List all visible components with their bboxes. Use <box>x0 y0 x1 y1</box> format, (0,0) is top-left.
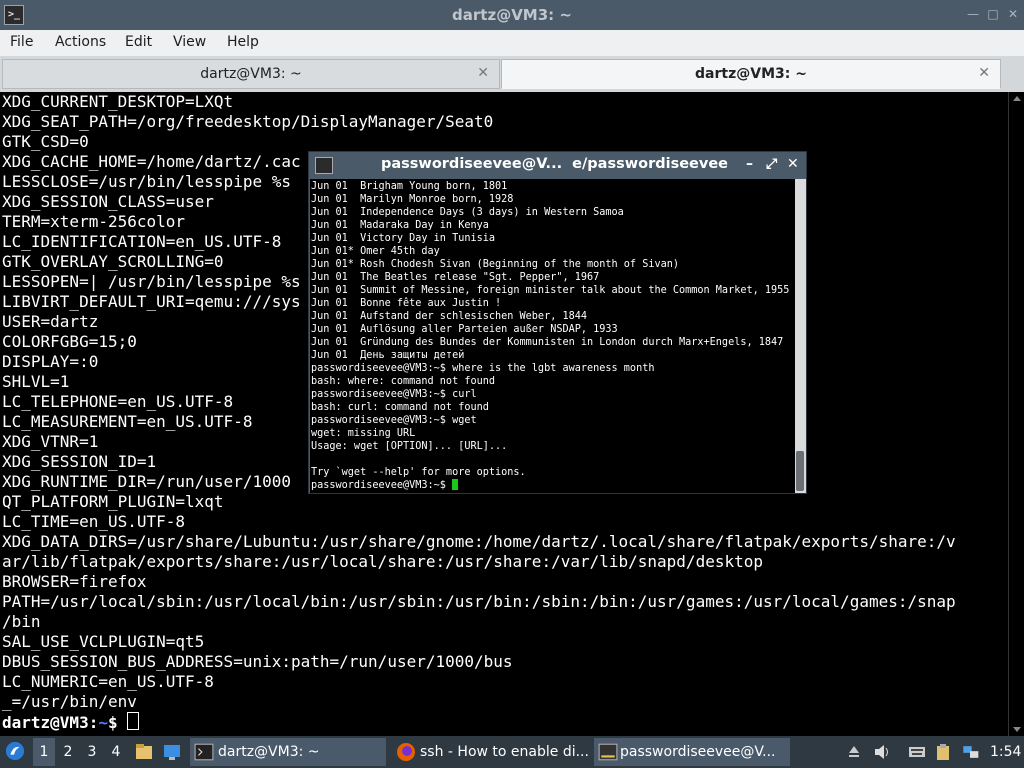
xterm-minimize-icon[interactable]: – <box>746 156 753 172</box>
xterm-window[interactable]: passwordiseevee@V... e/passwordiseevee –… <box>308 151 807 494</box>
menu-bar: File Actions Edit View Help <box>0 30 1024 56</box>
xterm-titlebar[interactable]: passwordiseevee@V... e/passwordiseevee –… <box>309 152 806 178</box>
tab-1[interactable]: dartz@VM3: ~ ✕ <box>2 59 500 89</box>
xterm-lines: Jun 01 Brigham Young born, 1801 Jun 01 Ma… <box>311 180 789 492</box>
desktop-4[interactable]: 4 <box>105 738 127 766</box>
tab-bar: dartz@VM3: ~ ✕ dartz@VM3: ~ ✕ <box>0 56 1024 92</box>
xterm-scroll-thumb[interactable] <box>796 451 804 491</box>
window-titlebar[interactable]: >_ dartz@VM3: ~ — □ ✕ <box>0 0 1024 30</box>
show-desktop-icon[interactable] <box>162 742 182 762</box>
terminal-scrollbar[interactable] <box>1008 92 1024 736</box>
terminal-line: Jun 01 День защиты детей <box>311 350 465 361</box>
prompt-user: dartz@VM3 <box>2 713 89 732</box>
task-terminal[interactable]: dartz@VM3: ~ <box>190 738 386 766</box>
maximize-icon[interactable]: □ <box>986 7 1000 21</box>
window-title: dartz@VM3: ~ <box>452 6 572 24</box>
desktop-2[interactable]: 2 <box>57 738 79 766</box>
xterm-title: passwordiseevee@V... e/passwordiseevee <box>381 156 729 172</box>
xterm-scrollbar[interactable] <box>795 179 806 493</box>
network-icon[interactable] <box>960 742 980 762</box>
terminal-line: ar/lib/flatpak/exports/share:/usr/local/… <box>2 552 763 571</box>
terminal-line: Jun 01 Madaraka Day in Kenya <box>311 220 489 231</box>
terminal-line: LC_NUMERIC=en_US.UTF-8 <box>2 672 214 691</box>
terminal-line: bash: where: command not found <box>311 376 496 387</box>
terminal-line: Jun 01 Independence Days (3 days) in Wes… <box>311 207 624 218</box>
prompt-separator: : <box>88 713 99 732</box>
terminal-line: LC_TIME=en_US.UTF-8 <box>2 512 186 531</box>
menu-edit[interactable]: Edit <box>125 34 152 50</box>
terminal-line: Jun 01 The Beatles release "Sgt. Pepper"… <box>311 272 600 283</box>
terminal-line: passwordiseevee@VM3:~$ <box>311 479 789 492</box>
task-xterm[interactable]: passwordiseevee@V... <box>594 738 790 766</box>
terminal-line: QT_PLATFORM_PLUGIN=lxqt <box>2 492 224 511</box>
clipboard-icon[interactable] <box>933 742 953 762</box>
desktop-3[interactable]: 3 <box>81 738 103 766</box>
terminal-line: Jun 01* Rosh Chodesh Sivan (Beginning of… <box>311 259 680 270</box>
terminal-line: XDG_CURRENT_DESKTOP=LXQt <box>2 92 234 111</box>
task-label: passwordiseevee@V... <box>620 744 776 760</box>
firefox-icon <box>397 743 415 761</box>
terminal-cursor <box>127 712 140 730</box>
taskbar: 1 2 3 4 dartz@VM3: ~ ssh - How to enable… <box>0 736 1024 768</box>
xterm-app-icon <box>315 157 333 174</box>
terminal-line: _=/usr/bin/env <box>2 692 137 711</box>
xterm-output[interactable]: Jun 01 Brigham Young born, 1801 Jun 01 Ma… <box>310 179 795 493</box>
terminal-line: Jun 01 Victory Day in Tunisia <box>311 233 496 244</box>
prompt-end: $ <box>107 713 128 732</box>
terminal-line: /bin <box>2 612 41 631</box>
terminal-line: SAL_USE_VCLPLUGIN=qt5 <box>2 632 205 651</box>
close-icon[interactable]: ✕ <box>1006 7 1020 21</box>
prompt-path: ~ <box>98 713 108 732</box>
scroll-down-arrow-icon[interactable] <box>1013 727 1021 732</box>
task-firefox[interactable]: ssh - How to enable di... <box>392 738 589 766</box>
task-label: ssh - How to enable di... <box>420 744 589 760</box>
tab-2[interactable]: dartz@VM3: ~ ✕ <box>501 59 1001 89</box>
terminal-line: bash: curl: command not found <box>311 402 489 413</box>
xterm-icon <box>598 743 618 761</box>
lubuntu-menu-icon[interactable] <box>5 741 25 761</box>
close-tab-icon[interactable]: ✕ <box>978 65 990 81</box>
terminal-line: passwordiseevee@VM3:~$ wget <box>311 415 477 426</box>
desktop-1[interactable]: 1 <box>33 738 55 766</box>
terminal-line: Jun 01 Auflösung aller Parteien außer NS… <box>311 324 618 335</box>
terminal-line: GTK_CSD=0 <box>2 132 89 151</box>
terminal-line: Jun 01* Omer 45th day <box>311 246 440 257</box>
terminal-line: Jun 01 Bonne fête aux Justin ! <box>311 298 502 309</box>
menu-actions[interactable]: Actions <box>55 34 106 50</box>
terminal-line: passwordiseevee@VM3:~$ curl <box>311 389 477 400</box>
scroll-up-arrow-icon[interactable] <box>1013 96 1021 101</box>
terminal-line: Jun 01 Gründung des Bundes der Kommunist… <box>311 337 784 348</box>
tab-label: dartz@VM3: ~ <box>695 66 807 82</box>
terminal-line: BROWSER=firefox <box>2 572 147 591</box>
terminal-line: PATH=/usr/local/sbin:/usr/local/bin:/usr… <box>2 592 956 611</box>
xterm-maximize-icon[interactable]: ⤢ <box>766 156 777 172</box>
terminal-line: XDG_SEAT_PATH=/org/freedesktop/DisplayMa… <box>2 112 494 131</box>
task-label: dartz@VM3: ~ <box>218 744 320 760</box>
menu-file[interactable]: File <box>10 34 33 50</box>
terminal-line: Jun 01 Marilyn Monroe born, 1928 <box>311 194 514 205</box>
menu-view[interactable]: View <box>173 34 206 50</box>
terminal-line: Jun 01 Aufstand der schlesischen Weber, … <box>311 311 588 322</box>
file-manager-icon[interactable] <box>134 742 154 762</box>
eject-icon[interactable] <box>844 742 864 762</box>
volume-icon[interactable] <box>872 742 892 762</box>
menu-help[interactable]: Help <box>227 34 259 50</box>
clock[interactable]: 1:54 <box>990 744 1021 760</box>
terminal-line: Usage: wget [OPTION]... [URL]... <box>311 441 508 452</box>
xterm-close-icon[interactable]: ✕ <box>787 156 799 172</box>
terminal-icon <box>194 743 214 761</box>
terminal-line: Jun 01 Brigham Young born, 1801 <box>311 181 508 192</box>
keyboard-icon[interactable] <box>907 742 927 762</box>
minimize-icon[interactable]: — <box>966 7 980 21</box>
terminal-line: DBUS_SESSION_BUS_ADDRESS=unix:path=/run/… <box>2 652 513 671</box>
close-tab-icon[interactable]: ✕ <box>477 65 489 81</box>
terminal-line: XDG_DATA_DIRS=/usr/share/Lubuntu:/usr/sh… <box>2 532 956 551</box>
terminal-line: Jun 01 Summit of Messine, foreign minist… <box>311 285 790 296</box>
xterm-cursor <box>452 479 459 490</box>
tab-label: dartz@VM3: ~ <box>200 66 302 82</box>
terminal-line: wget: missing URL <box>311 428 416 439</box>
terminal-line: Try `wget --help' for more options. <box>311 467 526 478</box>
terminal-line: passwordiseevee@VM3:~$ where is the lgbt… <box>311 363 655 374</box>
